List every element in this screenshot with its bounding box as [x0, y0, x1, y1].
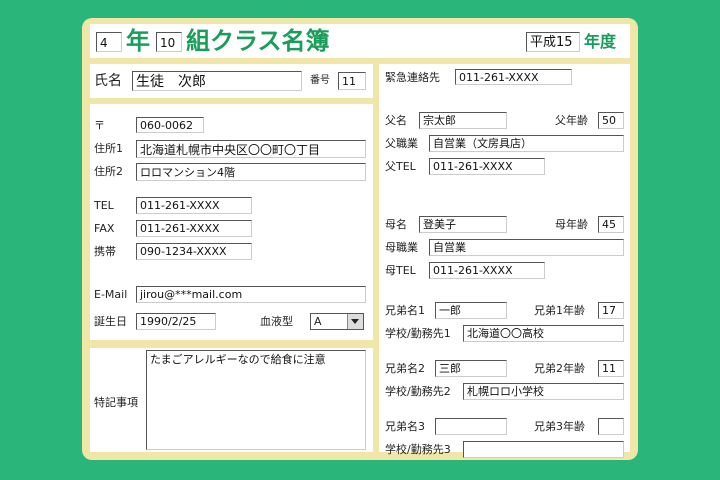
email-field[interactable]: jirou@***mail.com [136, 286, 366, 303]
mobile-field[interactable]: 090-1234-XXXX [136, 243, 252, 260]
address2-label: 住所2 [94, 165, 123, 178]
sibling2-name-field[interactable]: 三郎 [435, 360, 507, 377]
sibling2-school-field[interactable]: 札幌ロロ小学校 [463, 383, 624, 400]
mother-name-label: 母名 [385, 218, 407, 231]
birthday-field[interactable]: 1990/2/25 [136, 313, 216, 330]
sibling3-age-field[interactable] [598, 418, 624, 435]
father-tel-field[interactable]: 011-261-XXXX [429, 158, 545, 175]
sibling3-age-label: 兄弟3年齢 [534, 420, 585, 433]
sibling1-name-label: 兄弟名1 [385, 304, 425, 317]
sibling1-age-label: 兄弟1年齢 [534, 304, 585, 317]
mother-job-label: 母職業 [385, 241, 418, 254]
address-panel: 〒 060-0062 住所1 北海道札幌市中央区〇〇町〇丁目 住所2 ロロマンシ… [90, 104, 373, 340]
father-name-field[interactable]: 宗太郎 [419, 112, 507, 129]
notes-label: 特記事項 [94, 396, 138, 409]
postal-field[interactable]: 060-0062 [136, 117, 204, 133]
page-title: 組クラス名簿 [186, 27, 330, 55]
sibling2-age-label: 兄弟2年齢 [534, 362, 585, 375]
header-panel: 4 年 10 組クラス名簿 平成15 年度 [90, 24, 630, 58]
era-field[interactable]: 平成15 [526, 32, 580, 52]
sibling3-name-field[interactable] [435, 418, 507, 435]
blood-type-label: 血液型 [260, 315, 293, 328]
form-frame: 4 年 10 組クラス名簿 平成15 年度 氏名 生徒 次郎 番号 11 〒 0… [82, 18, 638, 460]
sibling3-school-label: 学校/勤務先3 [385, 443, 451, 456]
mother-age-label: 母年齢 [555, 218, 588, 231]
sibling1-school-label: 学校/勤務先1 [385, 327, 451, 340]
fax-label: FAX [94, 222, 115, 235]
mother-name-field[interactable]: 登美子 [419, 216, 507, 233]
chevron-down-icon[interactable] [347, 314, 363, 329]
postal-label: 〒 [94, 119, 105, 132]
father-job-field[interactable]: 自営業（文房具店） [429, 135, 624, 152]
mother-age-field[interactable]: 45 [598, 216, 624, 233]
family-panel: 緊急連絡先 011-261-XXXX 父名 宗太郎 父年齢 50 父職業 自営業… [379, 64, 630, 458]
class-field[interactable]: 10 [156, 32, 182, 52]
grade-label: 年 [126, 27, 150, 55]
mother-tel-label: 母TEL [385, 264, 416, 277]
tel-field[interactable]: 011-261-XXXX [136, 197, 252, 214]
number-label: 番号 [310, 75, 330, 86]
fax-field[interactable]: 011-261-XXXX [136, 220, 252, 237]
address2-field[interactable]: ロロマンション4階 [136, 163, 366, 181]
notes-panel: 特記事項 たまごアレルギーなので給食に注意 [90, 348, 373, 452]
father-job-label: 父職業 [385, 137, 418, 150]
mobile-label: 携帯 [94, 245, 116, 258]
sibling2-age-field[interactable]: 11 [598, 360, 624, 377]
name-label: 氏名 [94, 73, 122, 89]
sibling2-school-label: 学校/勤務先2 [385, 385, 451, 398]
emergency-contact-label: 緊急連絡先 [385, 71, 440, 84]
father-name-label: 父名 [385, 114, 407, 127]
sibling1-name-field[interactable]: 一郎 [435, 302, 507, 319]
year-label: 年度 [584, 32, 617, 51]
number-field[interactable]: 11 [338, 72, 366, 90]
birthday-label: 誕生日 [94, 315, 127, 328]
email-label: E-Mail [94, 288, 128, 301]
father-age-label: 父年齢 [555, 114, 588, 127]
name-field[interactable]: 生徒 次郎 [132, 71, 302, 91]
name-panel: 氏名 生徒 次郎 番号 11 [90, 64, 373, 98]
father-tel-label: 父TEL [385, 160, 416, 173]
notes-textarea[interactable]: たまごアレルギーなので給食に注意 [146, 350, 366, 450]
sibling1-school-field[interactable]: 北海道〇〇高校 [463, 325, 624, 342]
sibling3-name-label: 兄弟名3 [385, 420, 425, 433]
sibling2-name-label: 兄弟名2 [385, 362, 425, 375]
father-age-field[interactable]: 50 [598, 112, 624, 129]
grade-field[interactable]: 4 [96, 32, 122, 52]
mother-job-field[interactable]: 自営業 [429, 239, 624, 256]
mother-tel-field[interactable]: 011-261-XXXX [429, 262, 545, 279]
tel-label: TEL [94, 199, 114, 212]
blood-type-value: A [314, 315, 322, 328]
sibling3-school-field[interactable] [463, 441, 624, 458]
address1-label: 住所1 [94, 142, 123, 155]
emergency-contact-field[interactable]: 011-261-XXXX [455, 69, 572, 85]
blood-type-select[interactable]: A [310, 313, 364, 330]
address1-field[interactable]: 北海道札幌市中央区〇〇町〇丁目 [136, 140, 366, 158]
sibling1-age-field[interactable]: 17 [598, 302, 624, 319]
